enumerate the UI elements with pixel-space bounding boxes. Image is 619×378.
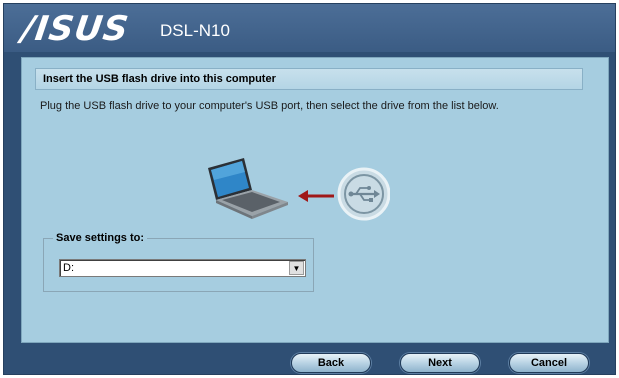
instruction-text: Plug the USB flash drive to your compute… xyxy=(40,100,499,112)
laptop-icon xyxy=(208,158,288,219)
arrow-left-icon xyxy=(298,190,334,202)
model-name: DSL-N10 xyxy=(160,21,230,40)
save-settings-group: Save settings to: D: ▼ xyxy=(43,232,314,292)
content-panel: Insert the USB flash drive into this com… xyxy=(21,57,609,343)
back-button[interactable]: Back xyxy=(291,353,371,373)
usb-icon xyxy=(337,167,390,221)
save-settings-label: Save settings to: xyxy=(53,232,148,244)
section-title: Insert the USB flash drive into this com… xyxy=(35,68,583,90)
dropdown-arrow-icon[interactable]: ▼ xyxy=(289,261,304,275)
drive-select[interactable]: D: ▼ xyxy=(59,259,306,277)
setup-wizard-window: /ISUS DSL-N10 Insert the USB flash drive… xyxy=(3,3,616,375)
header-bar: /ISUS DSL-N10 xyxy=(4,4,615,52)
drive-select-value: D: xyxy=(63,262,74,274)
cancel-button[interactable]: Cancel xyxy=(509,353,589,373)
asus-logo: /ISUS xyxy=(19,9,132,49)
usb-illustration xyxy=(208,158,390,221)
next-button[interactable]: Next xyxy=(400,353,480,373)
